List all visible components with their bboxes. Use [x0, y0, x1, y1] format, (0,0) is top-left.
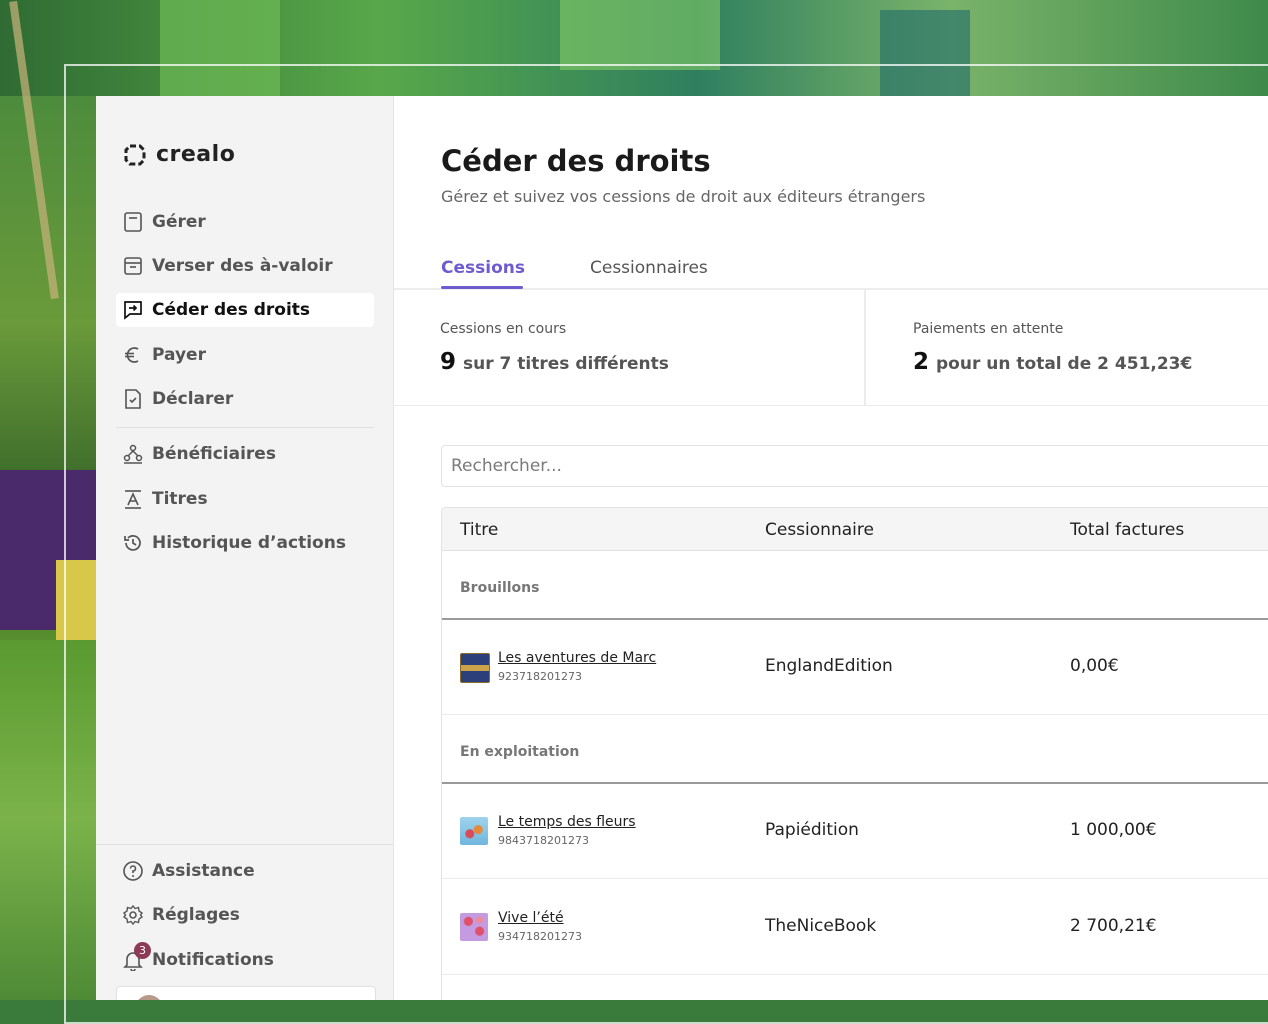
book-isbn: 934718201273: [498, 930, 582, 943]
group-label: En exploitation: [460, 744, 580, 760]
help-circle-icon: [123, 861, 143, 881]
stat-number: 9: [440, 349, 457, 375]
sidebar-item-assistance[interactable]: Assistance: [116, 854, 374, 888]
sidebar-item-declarer[interactable]: Déclarer: [116, 382, 374, 416]
column-header-cessionnaire[interactable]: Cessionnaire: [765, 520, 874, 540]
gear-icon: [122, 904, 144, 926]
archive-box-icon: [124, 257, 142, 275]
brand-name: crealo: [156, 142, 236, 167]
page-title: Céder des droits: [441, 144, 711, 178]
sidebar-item-reglages[interactable]: Réglages: [116, 898, 374, 932]
sidebar-item-label: Réglages: [152, 905, 240, 925]
stats-divider: [864, 289, 866, 405]
cessionnaire-cell: EnglandEdition: [765, 656, 893, 676]
people-network-icon: [123, 444, 143, 464]
cessionnaire-cell: TheNiceBook: [765, 916, 877, 936]
stat-label: Cessions en cours: [440, 321, 567, 337]
sidebar-item-ceder[interactable]: Céder des droits: [116, 293, 374, 327]
group-header-en-exploitation: En exploitation: [442, 714, 1268, 784]
sidebar-item-titres[interactable]: Titres: [116, 482, 374, 516]
stat-text: pour un total de 2 451,23€: [936, 354, 1193, 374]
stats-panel: Cessions en cours 9 sur 7 titres différe…: [394, 289, 1268, 406]
stat-value: 9 sur 7 titres différents: [440, 349, 669, 375]
cessionnaire-cell: Papiédition: [765, 820, 859, 840]
table-row[interactable]: Les aventures de Marc 923718201273 Engla…: [442, 618, 1268, 715]
stat-number: 2: [913, 349, 930, 375]
sidebar-item-beneficiaires[interactable]: Bénéficiaires: [116, 437, 374, 471]
main-content: Céder des droits Gérez et suivez vos ces…: [394, 96, 1268, 1000]
book-isbn: 9843718201273: [498, 834, 589, 847]
crealo-logo-icon: [124, 144, 146, 165]
tab-cessionnaires[interactable]: Cessionnaires: [590, 258, 708, 278]
sidebar-item-historique[interactable]: Historique d’actions: [116, 526, 374, 560]
sidebar-item-label: Verser des à-valoir: [152, 256, 333, 276]
history-icon: [124, 535, 141, 551]
avatar: [135, 995, 163, 1000]
book-isbn: 923718201273: [498, 670, 582, 683]
table-header: Titre Cessionnaire Total factures: [442, 508, 1268, 551]
total-cell: 0,00€: [1070, 656, 1119, 676]
sidebar-bottom-divider: [96, 844, 393, 845]
sidebar-item-label: Payer: [152, 345, 206, 365]
table-row[interactable]: Le temps des fleurs 9843718201273 Papiéd…: [442, 782, 1268, 879]
sidebar-item-label: Assistance: [152, 861, 255, 881]
text-title-icon: [125, 490, 141, 509]
sidebar-divider: [116, 427, 374, 428]
euro-icon: [125, 347, 139, 363]
group-header-brouillons: Brouillons: [442, 550, 1268, 620]
sidebar-item-label: Déclarer: [152, 389, 234, 409]
document-icon: [124, 212, 142, 232]
stat-label: Paiements en attente: [913, 321, 1064, 337]
tab-bar: Cessions Cessionnaires: [394, 246, 1268, 290]
sidebar-item-verser[interactable]: Verser des à-valoir: [116, 249, 374, 283]
sidebar: crealo Gérer Verser des à-valoir Céder d…: [96, 96, 394, 1000]
stat-value: 2 pour un total de 2 451,23€: [913, 349, 1192, 375]
sidebar-item-label: Céder des droits: [152, 300, 311, 320]
sidebar-item-gerer[interactable]: Gérer: [116, 205, 374, 239]
transfer-chat-icon: [124, 301, 142, 320]
sidebar-item-payer[interactable]: Payer: [116, 338, 374, 372]
cessions-table: Titre Cessionnaire Total factures Brouil…: [441, 507, 1268, 1000]
table-row[interactable]: Vive l’été 934718201273 TheNiceBook 2 70…: [442, 878, 1268, 975]
book-cover-thumbnail: [460, 817, 488, 845]
search-input[interactable]: [441, 445, 1268, 487]
total-cell: 2 700,21€: [1070, 916, 1157, 936]
page-subtitle: Gérez et suivez vos cessions de droit au…: [441, 187, 926, 206]
book-title-link[interactable]: Vive l’été: [498, 910, 564, 926]
sidebar-item-label: Historique d’actions: [152, 533, 346, 553]
brand-logo[interactable]: crealo: [124, 142, 235, 167]
tab-cessions[interactable]: Cessions: [441, 258, 525, 278]
book-cover-thumbnail: [460, 653, 490, 683]
group-label: Brouillons: [460, 580, 540, 596]
sidebar-item-label: Titres: [152, 489, 208, 509]
document-check-icon: [125, 389, 141, 409]
column-header-titre[interactable]: Titre: [460, 520, 498, 540]
book-cover-thumbnail: [460, 913, 488, 941]
column-header-total[interactable]: Total factures: [1070, 520, 1184, 540]
user-account-box[interactable]: [116, 986, 376, 1000]
app-window: crealo Gérer Verser des à-valoir Céder d…: [96, 96, 1268, 1000]
notification-badge: 3: [134, 942, 151, 959]
stat-text: sur 7 titres différents: [463, 354, 669, 374]
book-title-link[interactable]: Les aventures de Marc: [498, 650, 656, 666]
total-cell: 1 000,00€: [1070, 820, 1157, 840]
sidebar-item-label: Notifications: [152, 950, 274, 970]
sidebar-item-label: Bénéficiaires: [152, 444, 276, 464]
sidebar-item-notifications[interactable]: Notifications: [116, 943, 374, 977]
sidebar-item-label: Gérer: [152, 212, 206, 232]
book-title-link[interactable]: Le temps des fleurs: [498, 814, 636, 830]
